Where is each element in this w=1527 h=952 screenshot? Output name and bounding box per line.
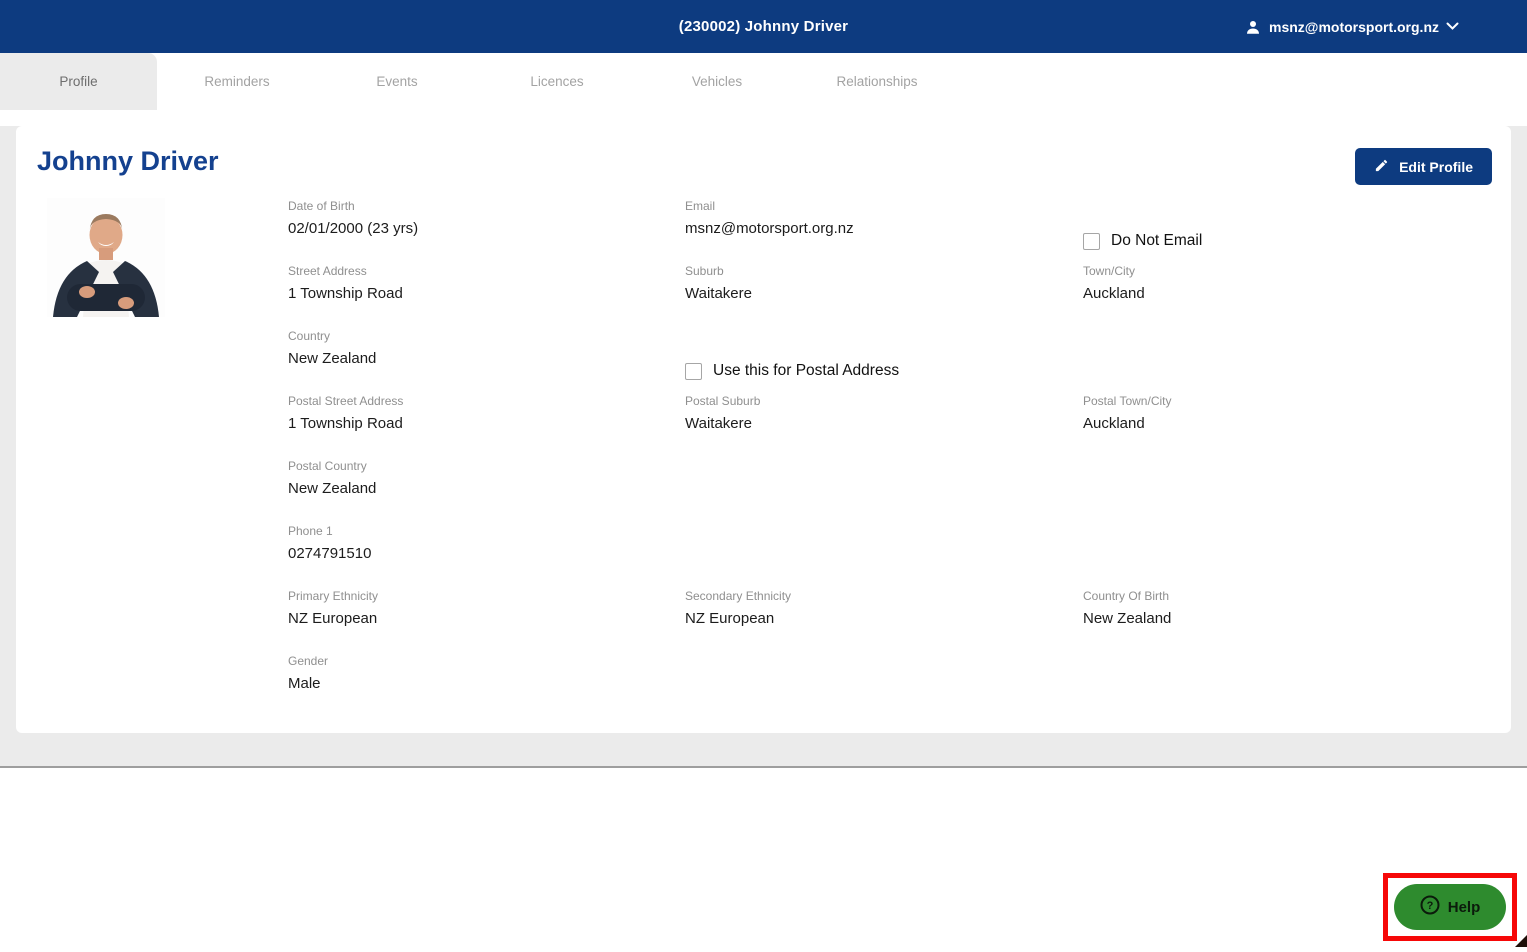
user-icon xyxy=(1244,18,1262,36)
profile-name-heading: Johnny Driver xyxy=(37,146,219,177)
field-postal-town-city: Postal Town/City Auckland xyxy=(1083,394,1481,459)
do-not-email-checkbox[interactable] xyxy=(1083,233,1100,250)
use-postal-label: Use this for Postal Address xyxy=(713,362,899,380)
tab-reminders[interactable]: Reminders xyxy=(157,53,317,110)
field-label: Gender xyxy=(288,654,685,668)
edit-profile-button[interactable]: Edit Profile xyxy=(1355,148,1492,185)
field-label: Suburb xyxy=(685,264,1083,278)
field-postal-country: Postal Country New Zealand xyxy=(288,459,685,524)
field-label: Postal Street Address xyxy=(288,394,685,408)
field-label: Date of Birth xyxy=(288,199,685,213)
field-value: 1 Township Road xyxy=(288,415,685,432)
tab-relationships[interactable]: Relationships xyxy=(797,53,957,110)
field-label: Town/City xyxy=(1083,264,1481,278)
field-value: Male xyxy=(288,675,685,692)
field-postal-suburb: Postal Suburb Waitakere xyxy=(685,394,1083,459)
field-value: Waitakere xyxy=(685,285,1083,302)
field-country: Country New Zealand xyxy=(288,329,685,394)
field-date-of-birth: Date of Birth 02/01/2000 (23 yrs) xyxy=(288,199,685,264)
mouse-cursor xyxy=(1513,934,1527,946)
field-value: 0274791510 xyxy=(288,545,685,562)
field-value: 1 Township Road xyxy=(288,285,685,302)
field-street-address: Street Address 1 Township Road xyxy=(288,264,685,329)
pencil-icon xyxy=(1374,158,1389,176)
app-header: (230002) Johnny Driver msnz@motorsport.o… xyxy=(0,0,1527,53)
profile-photo xyxy=(47,198,165,317)
field-country-of-birth: Country Of Birth New Zealand xyxy=(1083,589,1481,654)
field-value: Auckland xyxy=(1083,415,1481,432)
do-not-email-label: Do Not Email xyxy=(1111,232,1202,250)
field-secondary-ethnicity: Secondary Ethnicity NZ European xyxy=(685,589,1083,654)
field-email: Email msnz@motorsport.org.nz xyxy=(685,199,1083,264)
profile-fields: Date of Birth 02/01/2000 (23 yrs) Email … xyxy=(288,199,1481,719)
field-value: New Zealand xyxy=(288,480,685,497)
tab-licences[interactable]: Licences xyxy=(477,53,637,110)
field-label: Postal Suburb xyxy=(685,394,1083,408)
field-label: Primary Ethnicity xyxy=(288,589,685,603)
tab-events[interactable]: Events xyxy=(317,53,477,110)
tab-profile[interactable]: Profile xyxy=(0,53,157,110)
field-value: NZ European xyxy=(685,610,1083,627)
field-suburb: Suburb Waitakere xyxy=(685,264,1083,329)
use-postal-checkbox[interactable] xyxy=(685,363,702,380)
field-gender: Gender Male xyxy=(288,654,685,719)
use-postal-row: Use this for Postal Address xyxy=(685,329,1083,394)
field-label: Postal Country xyxy=(288,459,685,473)
svg-text:?: ? xyxy=(1426,900,1433,912)
field-value: New Zealand xyxy=(1083,610,1481,627)
user-menu[interactable]: msnz@motorsport.org.nz xyxy=(1244,0,1459,53)
profile-card: Johnny Driver Edit Profile xyxy=(16,126,1511,733)
field-postal-street-address: Postal Street Address 1 Township Road xyxy=(288,394,685,459)
question-circle-icon: ? xyxy=(1420,895,1440,919)
field-primary-ethnicity: Primary Ethnicity NZ European xyxy=(288,589,685,654)
field-label: Secondary Ethnicity xyxy=(685,589,1083,603)
field-value: New Zealand xyxy=(288,350,685,367)
field-label: Street Address xyxy=(288,264,685,278)
help-button[interactable]: ? Help xyxy=(1394,884,1506,930)
field-label: Email xyxy=(685,199,1083,213)
field-label: Postal Town/City xyxy=(1083,394,1481,408)
field-label: Phone 1 xyxy=(288,524,685,538)
field-value: 02/01/2000 (23 yrs) xyxy=(288,220,685,237)
user-email: msnz@motorsport.org.nz xyxy=(1269,19,1439,35)
annotation-highlight-box: ? Help xyxy=(1383,873,1517,941)
field-label: Country xyxy=(288,329,685,343)
field-value: Auckland xyxy=(1083,285,1481,302)
tab-bar: Profile Reminders Events Licences Vehicl… xyxy=(0,53,1527,110)
help-label: Help xyxy=(1448,899,1481,916)
field-value: NZ European xyxy=(288,610,685,627)
field-phone-1: Phone 1 0274791510 xyxy=(288,524,685,589)
tab-vehicles[interactable]: Vehicles xyxy=(637,53,797,110)
edit-profile-label: Edit Profile xyxy=(1399,159,1473,175)
field-value: Waitakere xyxy=(685,415,1083,432)
content-area: Johnny Driver Edit Profile xyxy=(0,126,1527,768)
field-value: msnz@motorsport.org.nz xyxy=(685,220,1083,237)
field-label: Country Of Birth xyxy=(1083,589,1481,603)
field-town-city: Town/City Auckland xyxy=(1083,264,1481,329)
do-not-email-row: Do Not Email xyxy=(1083,199,1481,264)
chevron-down-icon xyxy=(1446,22,1459,31)
